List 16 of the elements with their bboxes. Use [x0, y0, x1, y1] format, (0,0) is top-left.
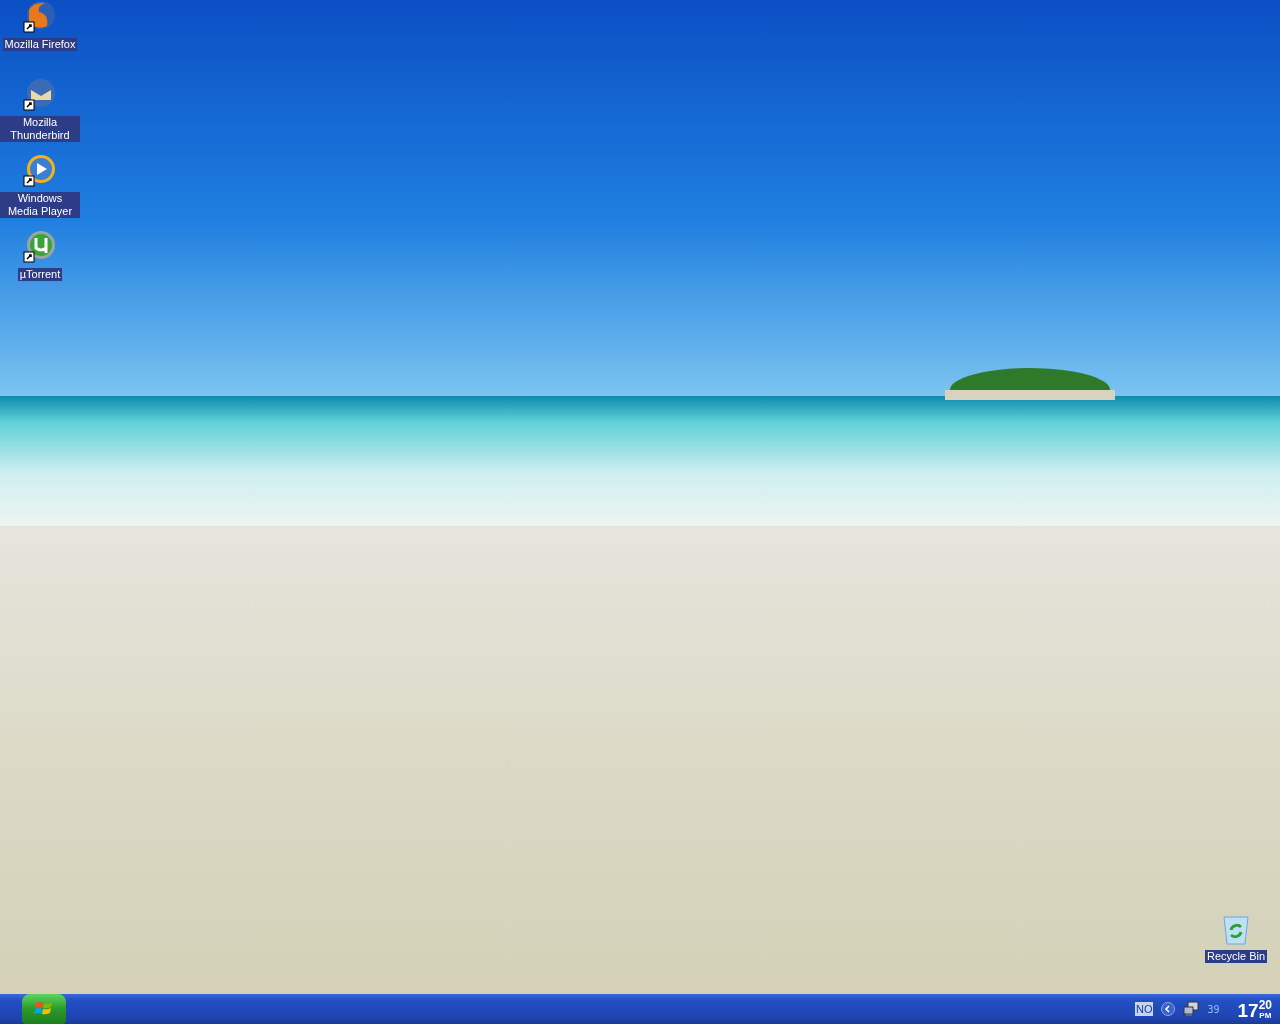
- network-computers-icon[interactable]: [1183, 1001, 1200, 1017]
- clock-minutes: 20: [1258, 999, 1272, 1011]
- mu-logo-icon[interactable]: [23, 230, 57, 264]
- icon-label[interactable]: Mozilla Firefox: [2, 38, 78, 51]
- clock-hour: 17: [1237, 1000, 1259, 1022]
- icon-label[interactable]: Windows Media Player: [0, 192, 80, 218]
- bird-globe-icon[interactable]: [23, 78, 57, 112]
- icon-label[interactable]: Mozilla Thunderbird: [0, 116, 80, 142]
- icon-label[interactable]: µTorrent: [17, 268, 63, 281]
- clock-period: PM: [1259, 1011, 1272, 1020]
- start-button[interactable]: [22, 994, 66, 1024]
- icon-label[interactable]: Recycle Bin: [1204, 950, 1268, 963]
- chevron-left-icon[interactable]: [1161, 1002, 1176, 1016]
- play-disc-icon[interactable]: [23, 154, 57, 188]
- language-indicator[interactable]: NO: [1134, 1002, 1154, 1016]
- tray-indicator[interactable]: 39: [1207, 1003, 1220, 1015]
